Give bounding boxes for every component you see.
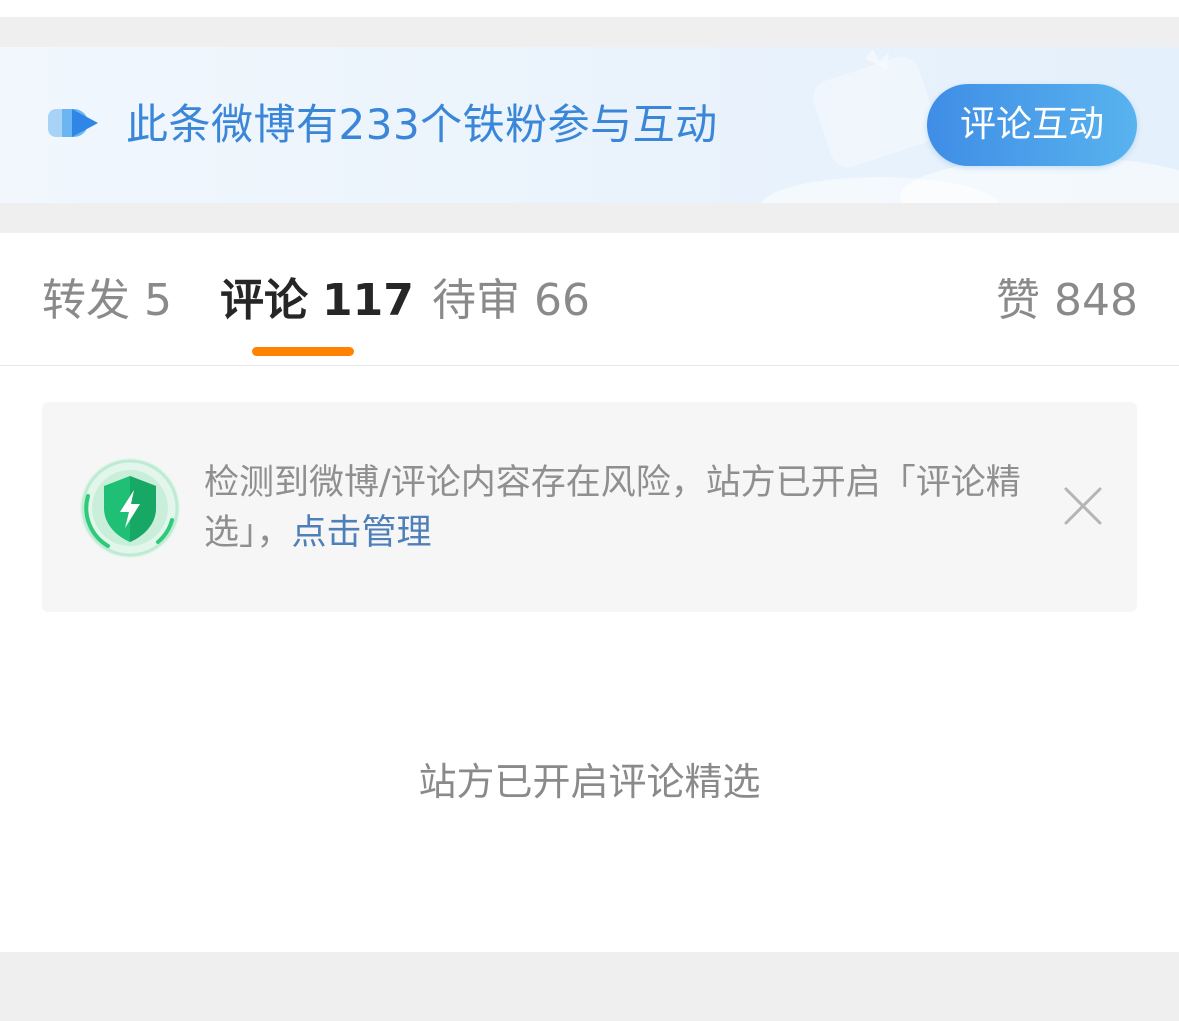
tab-comment[interactable]: 评论 117 xyxy=(220,273,414,329)
active-tab-indicator xyxy=(252,347,354,356)
tab-bar: 转发 5 评论 117 待审 66 赞 848 xyxy=(0,233,1179,366)
tab-count: 66 xyxy=(534,275,590,326)
tab-repost[interactable]: 转发 5 xyxy=(42,273,172,329)
tab-count: 5 xyxy=(144,275,172,326)
tab-count: 117 xyxy=(322,275,414,326)
close-icon[interactable] xyxy=(1062,485,1104,527)
banner-text: 此条微博有233个铁粉参与互动 xyxy=(126,100,718,149)
tab-label: 待审 xyxy=(432,275,520,326)
comment-interaction-button[interactable]: 评论互动 xyxy=(927,84,1137,166)
tab-likes[interactable]: 赞 848 xyxy=(996,273,1138,329)
risk-notice-card: 检测到微博/评论内容存在风险，站方已开启「评论精选」，点击管理 xyxy=(42,402,1137,612)
tab-label: 转发 xyxy=(42,275,130,326)
likes-count: 848 xyxy=(1054,275,1138,326)
shield-bolt-icon xyxy=(80,458,180,558)
likes-label: 赞 xyxy=(996,275,1040,326)
tab-label: 评论 xyxy=(220,275,308,326)
manage-link[interactable]: 点击管理 xyxy=(292,513,432,553)
empty-state-text: 站方已开启评论精选 xyxy=(418,760,761,804)
bottom-divider xyxy=(0,952,1179,1021)
section-divider xyxy=(0,203,1179,233)
section-divider xyxy=(0,17,1179,47)
fan-icon xyxy=(48,109,98,137)
top-strip xyxy=(0,0,1179,17)
notice-text: 检测到微博/评论内容存在风险，站方已开启「评论精选」，点击管理 xyxy=(204,458,1044,558)
tab-pending-review[interactable]: 待审 66 xyxy=(432,273,590,329)
fan-interaction-banner[interactable]: 此条微博有233个铁粉参与互动 评论互动 xyxy=(0,47,1179,203)
